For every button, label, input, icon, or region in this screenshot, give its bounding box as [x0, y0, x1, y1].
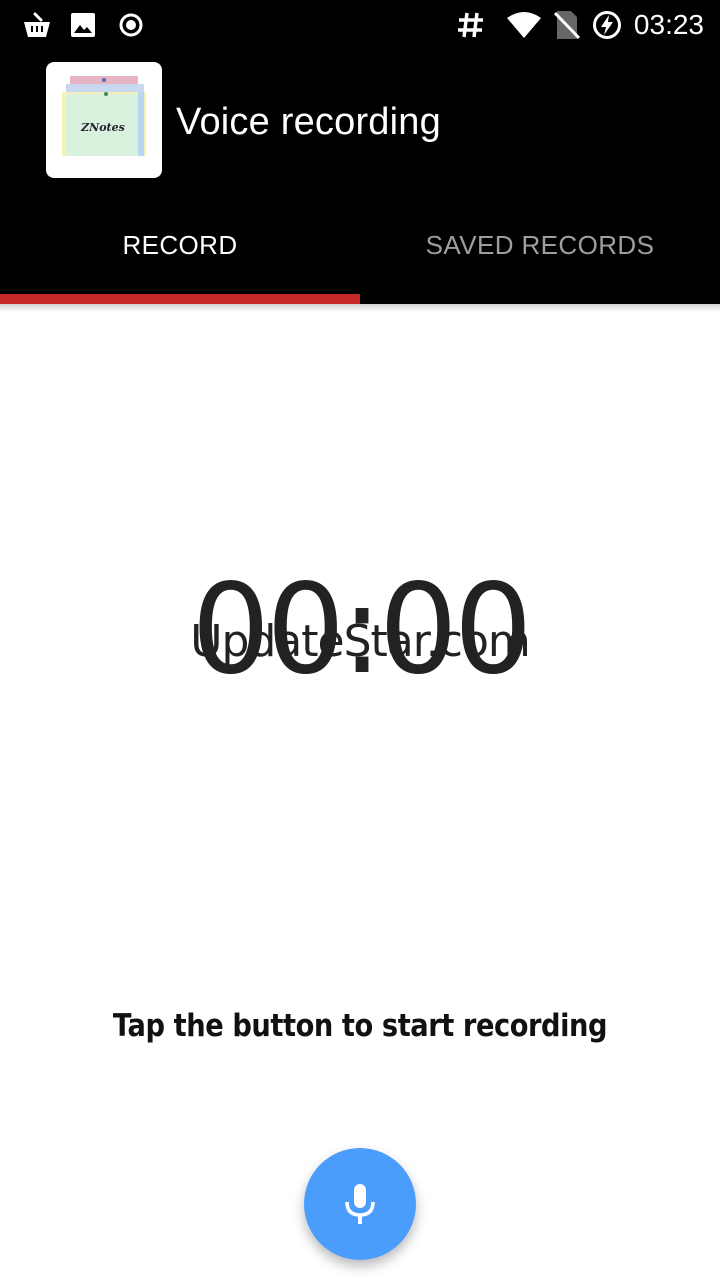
app-logo-text: ZNotes [80, 121, 125, 134]
wifi-icon [506, 10, 542, 40]
tab-saved-records[interactable]: SAVED RECORDS [360, 196, 720, 294]
page-title: Voice recording [176, 101, 441, 143]
tab-bar-shadow [0, 304, 720, 312]
status-bar: 03:23 [0, 0, 720, 50]
app-bar: ZNotes Voice recording [0, 50, 720, 196]
battery-charging-icon [592, 10, 622, 40]
tab-indicator [0, 294, 360, 304]
tab-record[interactable]: RECORD [0, 196, 360, 294]
tab-bar: RECORD SAVED RECORDS [0, 196, 720, 304]
status-time: 03:23 [633, 9, 704, 40]
record-button[interactable] [304, 1148, 416, 1260]
shopping-basket-icon [22, 10, 52, 40]
hash-icon [456, 10, 486, 40]
no-sim-icon [552, 10, 582, 40]
recording-hint: Tap the button to start recording [112, 1008, 608, 1044]
record-circle-icon [116, 10, 146, 40]
image-icon [68, 10, 98, 40]
microphone-icon [342, 1182, 378, 1226]
app-logo: ZNotes [46, 62, 162, 178]
watermark: UpdateStar.com [190, 616, 531, 667]
